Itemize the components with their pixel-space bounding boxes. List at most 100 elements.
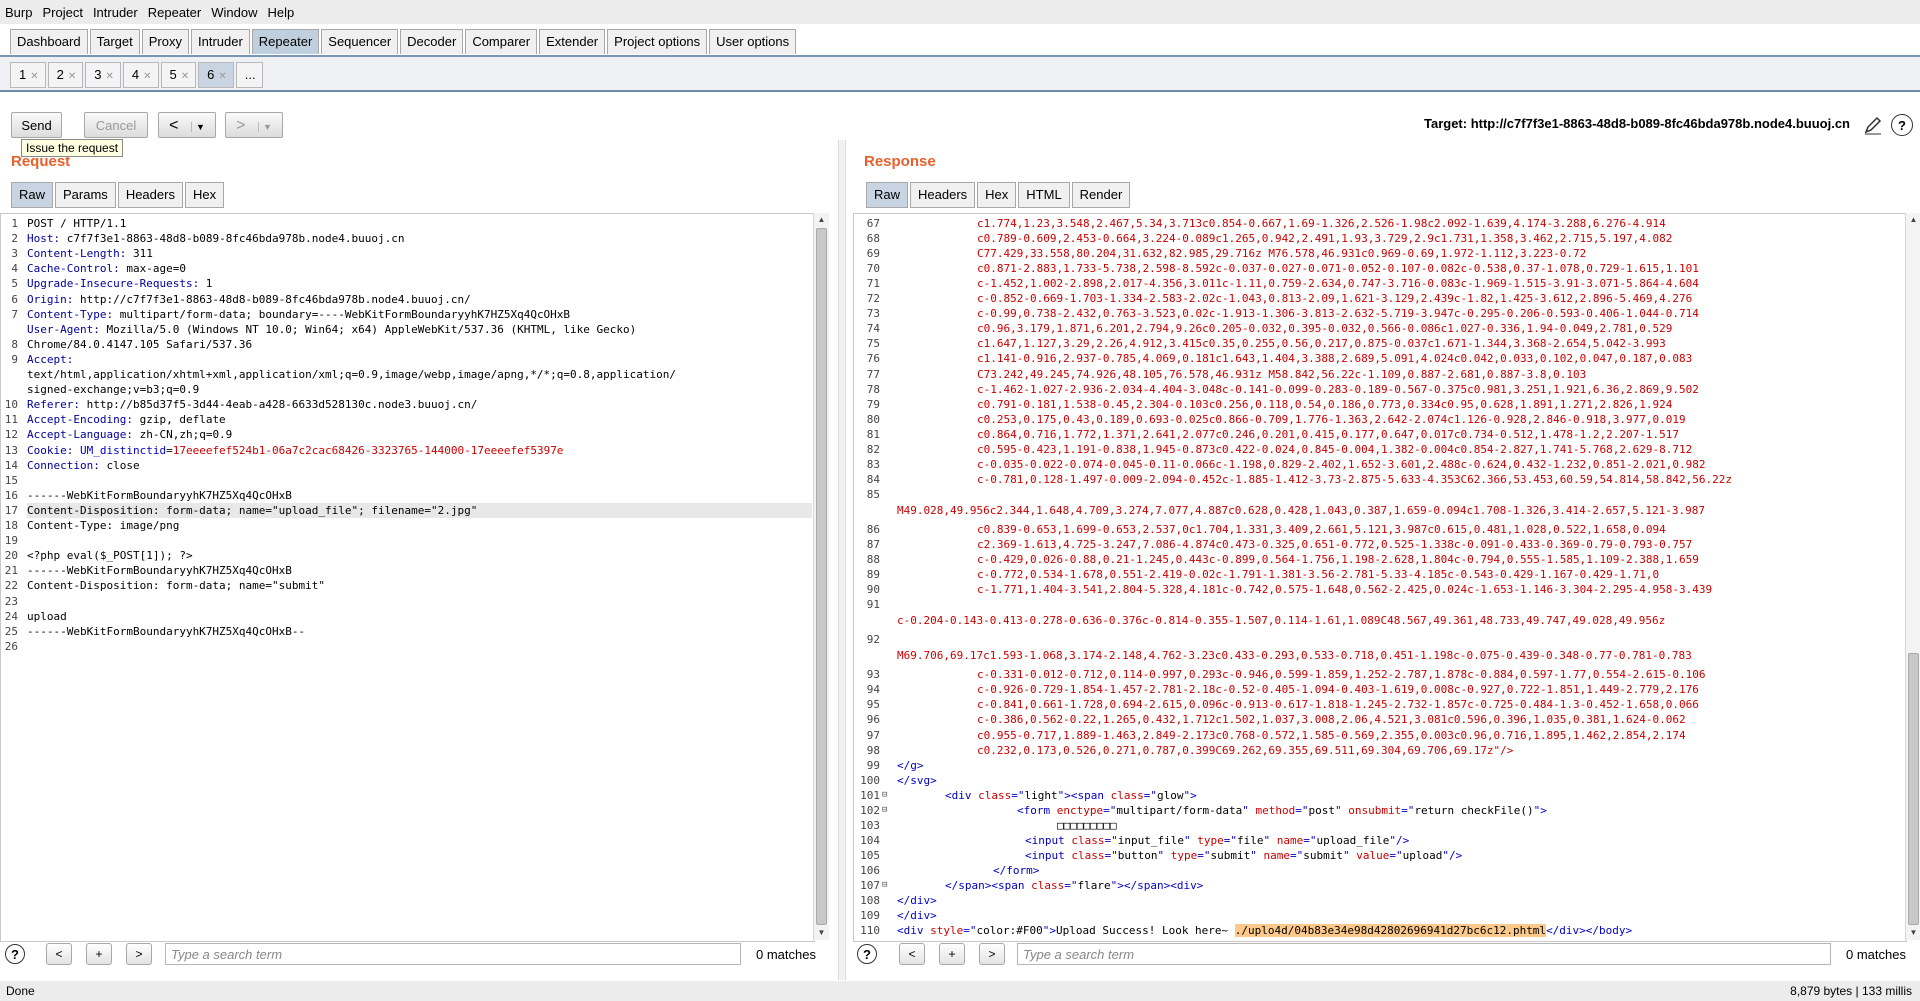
repeater-tab-3[interactable]: 3 ✕ [85,62,121,88]
close-tab-icon[interactable]: ✕ [105,71,113,82]
tab-target[interactable]: Target [89,29,140,54]
close-tab-icon[interactable]: ✕ [143,71,151,82]
request-tab-headers[interactable]: Headers [117,182,183,208]
close-tab-icon[interactable]: ✕ [68,71,76,82]
cancel-button[interactable]: Cancel [84,112,148,138]
close-tab-icon[interactable]: ✕ [30,71,38,82]
line-number: 67 [866,217,880,230]
tab-sequencer[interactable]: Sequencer [321,29,399,54]
code-token: POST / HTTP/1.1 [27,217,127,230]
response-tab-hex[interactable]: Hex [977,182,1017,208]
close-tab-icon[interactable]: ✕ [181,71,189,82]
tab-decoder[interactable]: Decoder [400,29,464,54]
tab-intruder[interactable]: Intruder [190,29,250,54]
menu-intruder[interactable]: Intruder [88,5,143,20]
repeater-tab-2[interactable]: 2 ✕ [47,62,84,88]
request-search-next-button[interactable]: > [126,943,152,965]
tab-extender[interactable]: Extender [539,29,606,54]
response-help-icon[interactable]: ? [857,944,877,964]
repeater-tab-1[interactable]: 1 ✕ [10,62,46,88]
code-token: Accept: [27,352,74,366]
code-token: gzip, deflate [132,413,226,427]
code-token: 1 [199,277,213,291]
code-token: </g> [897,758,924,772]
line-number: 93 [866,668,880,682]
repeater-tab-5[interactable]: 5 ✕ [160,62,197,88]
menu-burp[interactable]: Burp [0,5,37,20]
scroll-up-icon[interactable]: ▲ [814,213,829,227]
back-button[interactable]: < ▼ [158,112,216,138]
code-token: </div> [897,894,937,908]
scrollbar-thumb[interactable] [1908,653,1919,925]
edit-target-icon[interactable] [1862,114,1884,136]
request-line: ------WebKitFormBoundaryyhK7HZ5Xq4QcOHxB [27,488,292,503]
code-token: "><span [1057,788,1111,802]
tab-repeater[interactable]: Repeater [251,29,320,54]
scrollbar-thumb[interactable] [816,228,827,925]
code-token: "> [1533,803,1547,817]
code-token: c-0.926-0.729-1.854-1.457-2.781-2.18c-0.… [977,683,1699,697]
response-tab-html[interactable]: HTML [1018,182,1070,208]
request-search-input[interactable]: Type a search term [165,943,741,965]
fold-marker-icon[interactable]: ⊟ [882,803,887,818]
code-token: Accept-Language: [27,428,133,442]
menu-repeater[interactable]: Repeater [143,5,206,20]
fold-marker-icon[interactable]: ⊟ [882,878,887,893]
close-tab-icon[interactable]: ✕ [218,71,226,82]
request-line: text/html,application/xhtml+xml,applicat… [27,367,676,382]
response-tab-render[interactable]: Render [1071,182,1131,208]
panel-splitter[interactable] [838,140,846,980]
response-editor[interactable]: 67 c1.774,1.23,3.548,2.467,5.34,3.713c0.8… [853,213,1907,942]
request-tab-hex[interactable]: Hex [184,182,225,208]
line-number: 79 [866,397,880,411]
response-tab-headers[interactable]: Headers [910,182,976,208]
response-search-prev-button[interactable]: < [899,943,925,965]
request-scrollbar[interactable]: ▲ ▼ [813,213,829,940]
menu-project[interactable]: Project [37,5,87,20]
help-icon[interactable]: ? [1891,114,1913,136]
request-tab-raw[interactable]: Raw [11,182,54,208]
menu-help[interactable]: Help [262,5,299,20]
request-search-prev-button[interactable]: < [46,943,72,965]
forward-history-dropdown-icon[interactable]: ▼ [257,122,272,132]
tab-user-options[interactable]: User options [709,29,797,54]
line-number: 21 [4,564,18,578]
scroll-up-icon[interactable]: ▲ [1906,213,1920,227]
response-search-input[interactable]: Type a search term [1017,943,1831,965]
request-tab-params[interactable]: Params [55,182,116,208]
code-token: text/html,application/xhtml+xml,applicat… [27,368,677,381]
line-number: 69 [866,247,880,261]
tab-project-options[interactable]: Project options [607,29,708,54]
code-token: max-age=0 [119,262,186,276]
request-line: signed-exchange;v=b3;q=0.9 [27,382,199,397]
tab-comparer[interactable]: Comparer [465,29,538,54]
forward-button[interactable]: > ▼ [225,112,283,138]
request-search-add-button[interactable]: + [86,943,112,965]
scroll-down-icon[interactable]: ▼ [1906,926,1920,940]
code-token: method [1255,803,1296,817]
repeater-tab-6[interactable]: 6 ✕ [198,62,234,88]
scroll-down-icon[interactable]: ▼ [814,926,829,940]
back-history-dropdown-icon[interactable]: ▼ [190,122,205,132]
fold-marker-icon[interactable]: ⊟ [882,788,887,803]
response-line: </g> [897,758,1902,773]
response-search-next-button[interactable]: > [979,943,1005,965]
tab-proxy[interactable]: Proxy [141,29,189,54]
response-search-add-button[interactable]: + [939,943,965,965]
response-line: c-0.781,0.128-1.497-0.009-2.094-0.452c-1… [977,472,1902,487]
response-tab-raw[interactable]: Raw [866,182,909,208]
request-line: Origin: http://c7f7f3e1-8863-48d8-b089-8… [27,292,471,307]
request-help-icon[interactable]: ? [5,944,25,964]
menu-window[interactable]: Window [206,5,262,20]
repeater-tab-4[interactable]: 4 ✕ [122,62,159,88]
code-token: c-0.035-0.022-0.074-0.045-0.11-0.066c-1.… [977,457,1706,471]
request-editor[interactable]: 1 POST / HTTP/1.1 2 Host: c7f7f3e1-8863-48d… [0,213,815,942]
tab-dashboard[interactable]: Dashboard [10,29,88,54]
line-number: 88 [866,553,880,567]
send-button[interactable]: Send [11,112,62,138]
new-tab-button[interactable]: ... [235,62,263,88]
code-token: zh-CN,zh;q=0.9 [132,428,233,442]
response-scrollbar[interactable]: ▲ ▼ [1905,213,1920,940]
code-token: =" [1303,833,1317,847]
line-number: 25 [4,624,18,638]
